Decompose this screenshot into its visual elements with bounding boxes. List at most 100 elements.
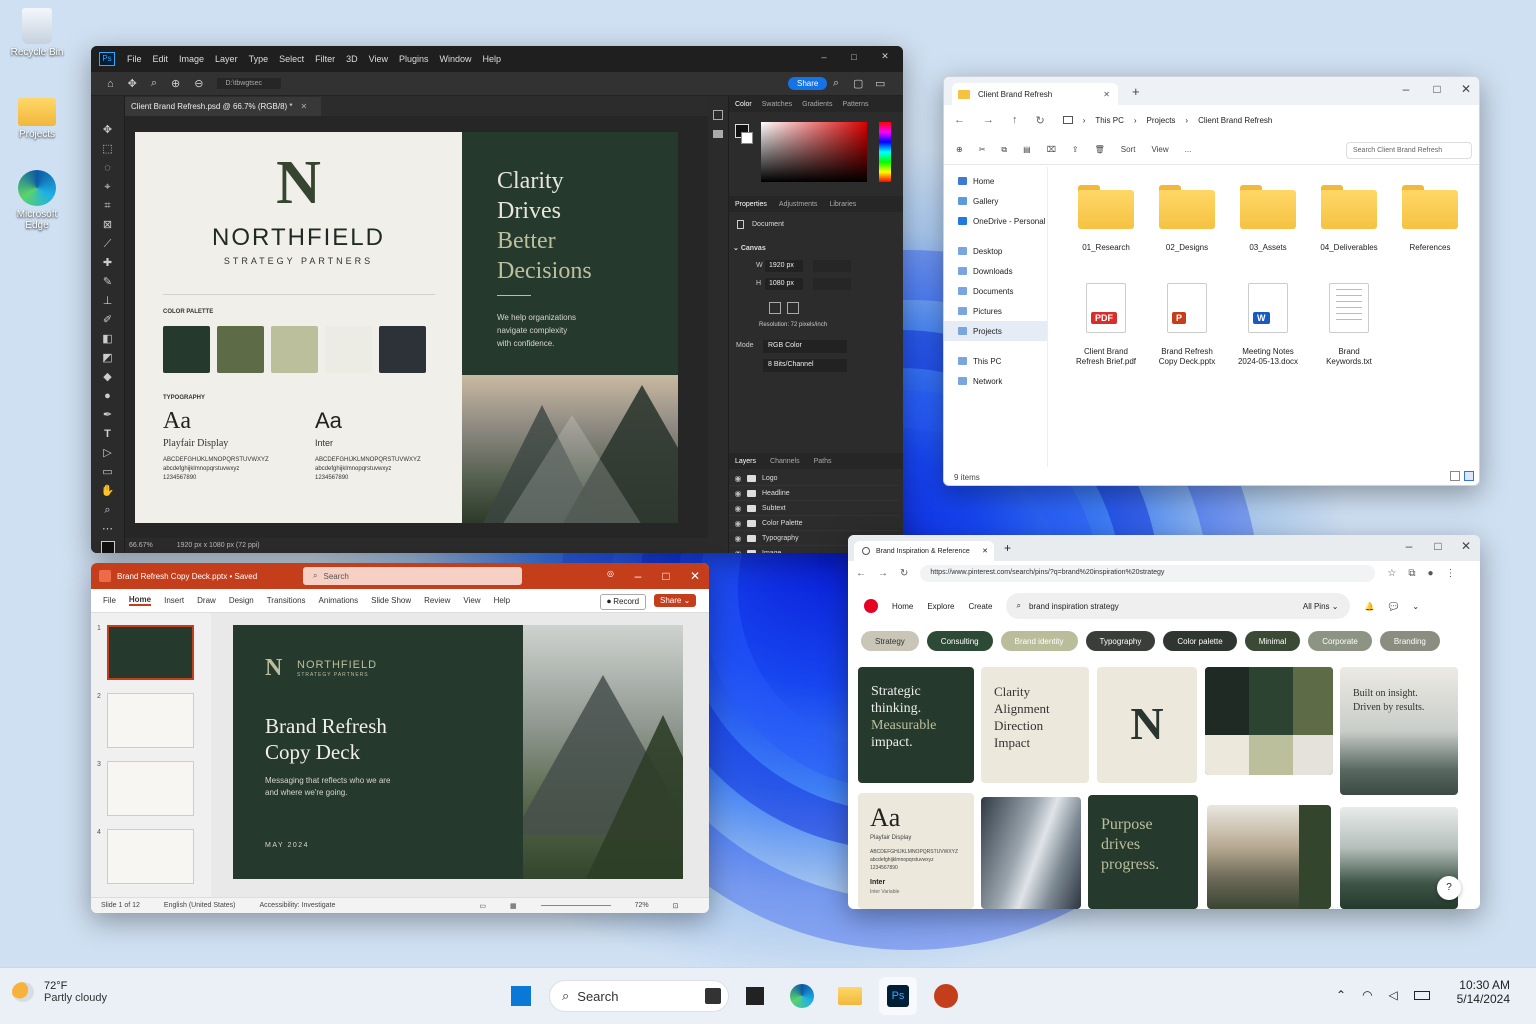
filter-chip[interactable]: Color palette: [1163, 631, 1237, 651]
profile-icon[interactable]: ●: [1428, 568, 1434, 579]
color-swatch-icon[interactable]: [100, 541, 115, 553]
units-field[interactable]: [813, 260, 851, 272]
filter-chip[interactable]: Strategy: [861, 631, 919, 651]
help-button[interactable]: ?: [1437, 876, 1461, 900]
filter-chip[interactable]: Minimal: [1244, 631, 1301, 651]
frame-tool-icon[interactable]: ⊠: [101, 218, 115, 232]
zoom-slider[interactable]: [540, 905, 611, 906]
br-tab[interactable]: Brand Inspiration & Reference ✕: [854, 541, 994, 561]
more-tools-icon[interactable]: ⋯: [101, 522, 115, 536]
ribbon-tab-draw[interactable]: Draw: [197, 596, 216, 605]
filter-chip[interactable]: Typography: [1085, 631, 1156, 651]
reload-icon[interactable]: ↻: [900, 568, 908, 579]
pp-close-button[interactable]: ✕: [680, 569, 709, 583]
rename-icon[interactable]: ⌧: [1047, 145, 1056, 154]
forward-icon[interactable]: →: [983, 114, 994, 126]
panel-tab-gradients[interactable]: Gradients: [802, 101, 832, 108]
paste-icon[interactable]: ▤: [1023, 145, 1031, 154]
pp-share-button[interactable]: Share ⌄: [654, 594, 697, 607]
new-tab-icon[interactable]: +: [1004, 541, 1011, 555]
background-color[interactable]: [741, 132, 753, 144]
task-view-button[interactable]: [694, 977, 732, 1015]
lasso-tool-icon[interactable]: ◌: [101, 161, 115, 175]
breadcrumb-this-pc[interactable]: This PC: [1095, 116, 1123, 125]
ps-menu-type[interactable]: Type: [249, 54, 269, 64]
fit-icon[interactable]: ⊡: [673, 902, 679, 910]
panel-tab-color[interactable]: Color: [735, 101, 752, 108]
healing-tool-icon[interactable]: ✚: [101, 256, 115, 270]
marquee-tool-icon[interactable]: ⬚: [101, 142, 115, 156]
address-bar[interactable]: https://www.pinterest.com/search/pins/?q…: [920, 564, 1376, 582]
visibility-eye-icon[interactable]: ◉: [729, 504, 747, 513]
record-button[interactable]: ⏺ Record: [600, 594, 647, 610]
volume-icon[interactable]: ◁: [1389, 988, 1398, 1002]
panel-tab-swatches[interactable]: Swatches: [762, 101, 792, 108]
comments-icon[interactable]: [713, 130, 723, 138]
panel-tab-patterns[interactable]: Patterns: [842, 101, 868, 108]
crop-tool-icon[interactable]: ⌗: [101, 199, 115, 213]
layer-row[interactable]: ◉ Color Palette: [729, 516, 899, 531]
pin-architecture-photo[interactable]: [981, 797, 1081, 909]
nav-explore[interactable]: Explore: [927, 602, 954, 611]
nav-home[interactable]: Home: [892, 602, 913, 611]
fe-minimize-button[interactable]: –: [1391, 82, 1421, 96]
fe-close-button[interactable]: ✕: [1451, 82, 1479, 96]
nav-item-projects[interactable]: Projects: [944, 321, 1047, 341]
br-maximize-button[interactable]: □: [1423, 539, 1453, 553]
layer-row[interactable]: ◉ Subtext: [729, 501, 899, 516]
blur-tool-icon[interactable]: ◆: [101, 370, 115, 384]
taskbar-photoshop[interactable]: Ps: [879, 977, 917, 1015]
fe-search-input[interactable]: Search Client Brand Refresh: [1346, 142, 1472, 159]
account-menu-icon[interactable]: ⌄: [1412, 602, 1419, 611]
color-mode-select[interactable]: RGB Color: [763, 340, 847, 353]
details-view-icon[interactable]: [1450, 471, 1460, 481]
shape-tool-icon[interactable]: ▭: [101, 465, 115, 479]
taskbar-file-explorer[interactable]: [831, 977, 869, 1015]
filter-select[interactable]: All Pins ⌄: [1303, 602, 1339, 611]
folder-item[interactable]: 02_Designs: [1147, 185, 1227, 252]
ribbon-tab-slide-show[interactable]: Slide Show: [371, 596, 411, 605]
view-button[interactable]: View: [1151, 145, 1168, 154]
nav-item-network[interactable]: Network: [944, 371, 1047, 391]
dodge-tool-icon[interactable]: ●: [101, 389, 115, 403]
close-icon[interactable]: ✕: [1103, 90, 1110, 99]
slide-thumbnail[interactable]: [107, 761, 194, 816]
canvas-height-field[interactable]: 1080 px: [765, 278, 803, 290]
pin-search-input[interactable]: ⌕ brand inspiration strategy All Pins ⌄: [1006, 593, 1351, 619]
pin-typography[interactable]: Aa Playfair Display ABCDEFGHIJKLMNOPQRST…: [858, 793, 974, 909]
refresh-icon[interactable]: ↻: [1036, 114, 1045, 127]
file-item[interactable]: P Brand Refresh Copy Deck.pptx: [1147, 283, 1227, 367]
ps-menu-file[interactable]: File: [127, 54, 142, 64]
visibility-eye-icon[interactable]: ◉: [729, 534, 747, 543]
units-field-2[interactable]: [813, 278, 851, 290]
visibility-eye-icon[interactable]: ◉: [729, 489, 747, 498]
filter-chip[interactable]: Brand identity: [1000, 631, 1078, 651]
pin-mountain-palette[interactable]: [1207, 805, 1331, 909]
nav-item-pictures[interactable]: Pictures: [944, 301, 1047, 321]
gradient-tool-icon[interactable]: ◩: [101, 351, 115, 365]
pp-search-input[interactable]: ⌕ Search: [303, 567, 522, 585]
new-tab-icon[interactable]: +: [1132, 84, 1140, 99]
zoom-in-icon[interactable]: ⊕: [171, 77, 180, 90]
color-picker-field[interactable]: [761, 122, 867, 182]
ribbon-tab-insert[interactable]: Insert: [164, 596, 184, 605]
ribbon-tab-animations[interactable]: Animations: [319, 596, 359, 605]
share-icon[interactable]: ⇪: [1072, 145, 1079, 154]
fe-tab[interactable]: Client Brand Refresh ✕: [952, 83, 1118, 105]
fe-maximize-button[interactable]: □: [1422, 82, 1452, 96]
zoom-tool-icon[interactable]: ⌕: [101, 503, 115, 517]
visibility-eye-icon[interactable]: ◉: [729, 549, 747, 554]
breadcrumb-current[interactable]: Client Brand Refresh: [1198, 116, 1272, 125]
nav-item-home[interactable]: Home: [944, 171, 1047, 191]
ribbon-tab-transitions[interactable]: Transitions: [267, 596, 306, 605]
move-tool-icon[interactable]: ✥: [101, 123, 115, 137]
back-icon[interactable]: ←: [856, 568, 866, 579]
br-minimize-button[interactable]: –: [1394, 539, 1424, 553]
nav-item-documents[interactable]: Documents: [944, 281, 1047, 301]
taskbar-widgets[interactable]: [736, 977, 774, 1015]
nav-item-desktop[interactable]: Desktop: [944, 241, 1047, 261]
slide-thumbnail[interactable]: [107, 693, 194, 748]
battery-icon[interactable]: [1413, 990, 1430, 1000]
zoom-out-icon[interactable]: ⊖: [194, 77, 203, 90]
taskbar-edge[interactable]: [783, 977, 821, 1015]
